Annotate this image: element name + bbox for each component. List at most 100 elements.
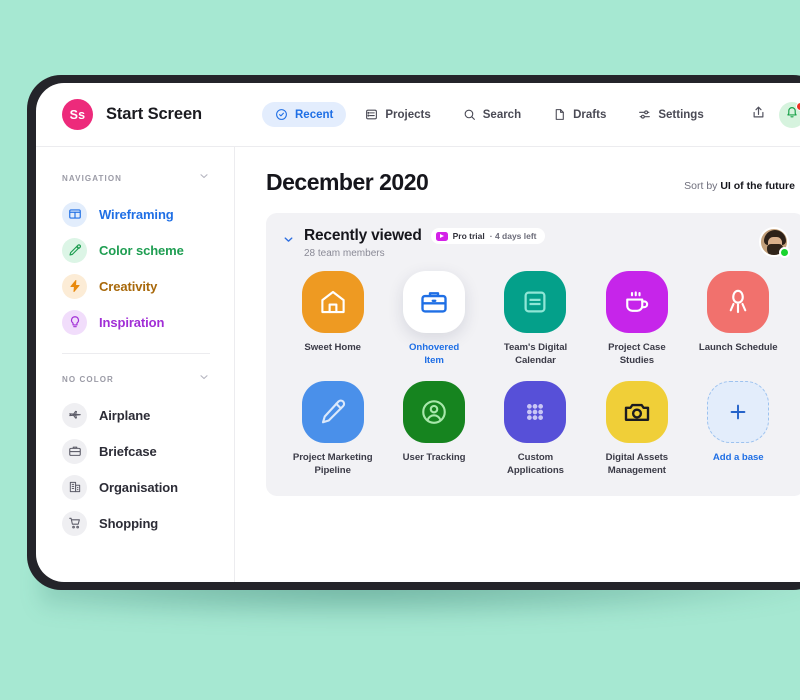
tab-settings-label: Settings — [658, 108, 704, 121]
app-title: Start Screen — [106, 105, 203, 123]
sidebar-item-organisation[interactable]: Organisation — [62, 469, 234, 505]
tab-projects-label: Projects — [385, 108, 431, 121]
plus-icon — [707, 381, 770, 444]
lightbulb-icon — [62, 309, 87, 335]
clock-check-icon — [275, 108, 288, 121]
chevron-down-icon — [198, 370, 210, 388]
tile-project-marketing-pipeline-label: Project Marketing Pipeline — [292, 452, 373, 476]
sidebar-item-inspiration-label: Inspiration — [99, 314, 165, 330]
sidebar-item-airplane[interactable]: Airplane — [62, 397, 234, 433]
wireframe-icon — [62, 201, 87, 227]
sort-by-value: UI of the future — [720, 180, 795, 192]
recently-viewed-card: Recently viewed Pro trial · 4 days left … — [266, 213, 800, 496]
tab-projects[interactable]: Projects — [352, 102, 443, 127]
document-icon — [553, 108, 566, 121]
tile-user-tracking-label: User Tracking — [402, 452, 466, 464]
sidebar-item-shopping[interactable]: Shopping — [62, 505, 234, 541]
tile-digital-assets-management-label: Digital Assets Management — [605, 452, 669, 476]
sidebar-section-navigation-header[interactable]: NAVIGATION — [62, 169, 234, 187]
chevron-down-icon — [198, 169, 210, 187]
sort-by-prefix: Sort by — [684, 180, 721, 192]
calendar-icon — [504, 271, 567, 333]
sort-by-control[interactable]: Sort by UI of the future — [684, 180, 795, 196]
pencil-icon — [301, 381, 364, 444]
sidebar-item-shopping-label: Shopping — [99, 515, 159, 531]
share-upload-icon — [751, 105, 766, 125]
sidebar-item-briefcase[interactable]: Briefcase — [62, 433, 234, 469]
brand-badge: Ss — [62, 99, 93, 130]
user-icon — [403, 381, 466, 444]
coffee-cup-icon — [605, 271, 668, 333]
tab-search-label: Search — [482, 108, 522, 121]
pro-trial-label: Pro trial — [452, 231, 485, 241]
card-title-row: Recently viewed Pro trial · 4 days left — [304, 227, 750, 245]
tile-sweet-home[interactable]: Sweet Home — [282, 271, 383, 367]
sidebar-section-no-color-header[interactable]: NO COLOR — [62, 370, 234, 388]
sidebar-item-color-scheme-label: Color scheme — [99, 242, 184, 258]
sidebar-item-wireframing[interactable]: Wireframing — [62, 196, 234, 232]
brand: Ss Start Screen — [62, 99, 262, 130]
card-header-text: Recently viewed Pro trial · 4 days left … — [304, 227, 750, 259]
notifications-button[interactable] — [779, 101, 800, 128]
camera-icon — [605, 381, 668, 444]
content-area: NAVIGATION Wireframing Color scheme Crea… — [36, 147, 800, 582]
status-badge — [779, 247, 790, 258]
tile-user-tracking[interactable]: User Tracking — [383, 381, 484, 477]
sidebar-section-no-color-title: NO COLOR — [62, 374, 114, 384]
page-title: December 2020 — [266, 169, 429, 195]
rocket-icon — [707, 271, 770, 333]
eyedropper-icon — [62, 237, 87, 263]
tile-launch-schedule[interactable]: Launch Schedule — [688, 271, 789, 367]
top-bar: Ss Start Screen Recent Projects Search D… — [36, 83, 800, 147]
avatar[interactable] — [759, 227, 790, 258]
home-icon — [301, 271, 364, 333]
pro-trial-badge[interactable]: Pro trial · 4 days left — [430, 228, 545, 244]
sidebar-section-navigation-title: NAVIGATION — [62, 173, 123, 183]
tile-project-case-studies[interactable]: Project Case Studies — [586, 271, 687, 367]
briefcase-icon — [62, 438, 87, 464]
tablet-screen: Ss Start Screen Recent Projects Search D… — [36, 83, 800, 582]
tile-teams-digital-calendar-label: Team's Digital Calendar — [503, 342, 568, 366]
sidebar-item-organisation-label: Organisation — [99, 479, 178, 495]
tile-digital-assets-management[interactable]: Digital Assets Management — [586, 381, 687, 477]
tablet-device-frame: Ss Start Screen Recent Projects Search D… — [27, 75, 800, 590]
sidebar-item-inspiration[interactable]: Inspiration — [62, 304, 234, 340]
card-header: Recently viewed Pro trial · 4 days left … — [282, 227, 790, 259]
main-tabs: Recent Projects Search Drafts Settings — [262, 102, 717, 127]
tile-project-case-studies-label: Project Case Studies — [608, 342, 666, 366]
tile-custom-applications-label: Custom Applications — [506, 452, 564, 476]
tile-sweet-home-label: Sweet Home — [304, 342, 361, 353]
tile-row: Project MarketingPipeline User Tracking — [282, 381, 789, 477]
tab-drafts-label: Drafts — [573, 108, 607, 121]
card-title: Recently viewed — [304, 227, 422, 244]
tab-recent-label: Recent — [295, 108, 334, 121]
sidebar-item-color-scheme[interactable]: Color scheme — [62, 232, 234, 268]
tile-project-marketing-pipeline[interactable]: Project Marketing Pipeline — [282, 381, 383, 477]
grid-dots-icon — [504, 381, 567, 444]
sidebar-item-creativity[interactable]: Creativity — [62, 268, 234, 304]
search-icon — [463, 108, 476, 121]
chevron-down-icon[interactable] — [282, 227, 295, 251]
tab-drafts[interactable]: Drafts — [540, 102, 619, 127]
tile-row: Sweet Home Onhovered Item Team's Digital… — [282, 271, 789, 367]
pro-trial-days: · 4 days left — [489, 231, 537, 241]
tile-teams-digital-calendar[interactable]: Team's Digital Calendar — [485, 271, 586, 367]
tab-search[interactable]: Search — [450, 102, 534, 127]
sidebar-item-creativity-label: Creativity — [99, 278, 158, 294]
tile-onhovered-item[interactable]: Onhovered Item — [383, 271, 484, 367]
tile-custom-applications[interactable]: Custom Applications — [485, 381, 586, 477]
tile-add-a-base[interactable]: Add a base — [688, 381, 789, 477]
cart-icon — [62, 510, 87, 536]
sidebar-item-airplane-label: Airplane — [99, 407, 151, 423]
tab-recent[interactable]: Recent — [262, 102, 347, 127]
main-header: December 2020 Sort by UI of the future — [266, 169, 800, 196]
notification-badge — [796, 101, 800, 111]
tile-launch-schedule-label: Launch Schedule — [698, 342, 778, 353]
sidebar-item-briefcase-label: Briefcase — [99, 443, 157, 459]
building-icon — [62, 474, 87, 500]
tab-settings[interactable]: Settings — [625, 102, 716, 127]
lightning-icon — [62, 273, 87, 299]
tile-add-a-base-label: Add a base — [712, 452, 764, 464]
share-button[interactable] — [745, 102, 771, 128]
top-bar-actions — [745, 101, 800, 128]
